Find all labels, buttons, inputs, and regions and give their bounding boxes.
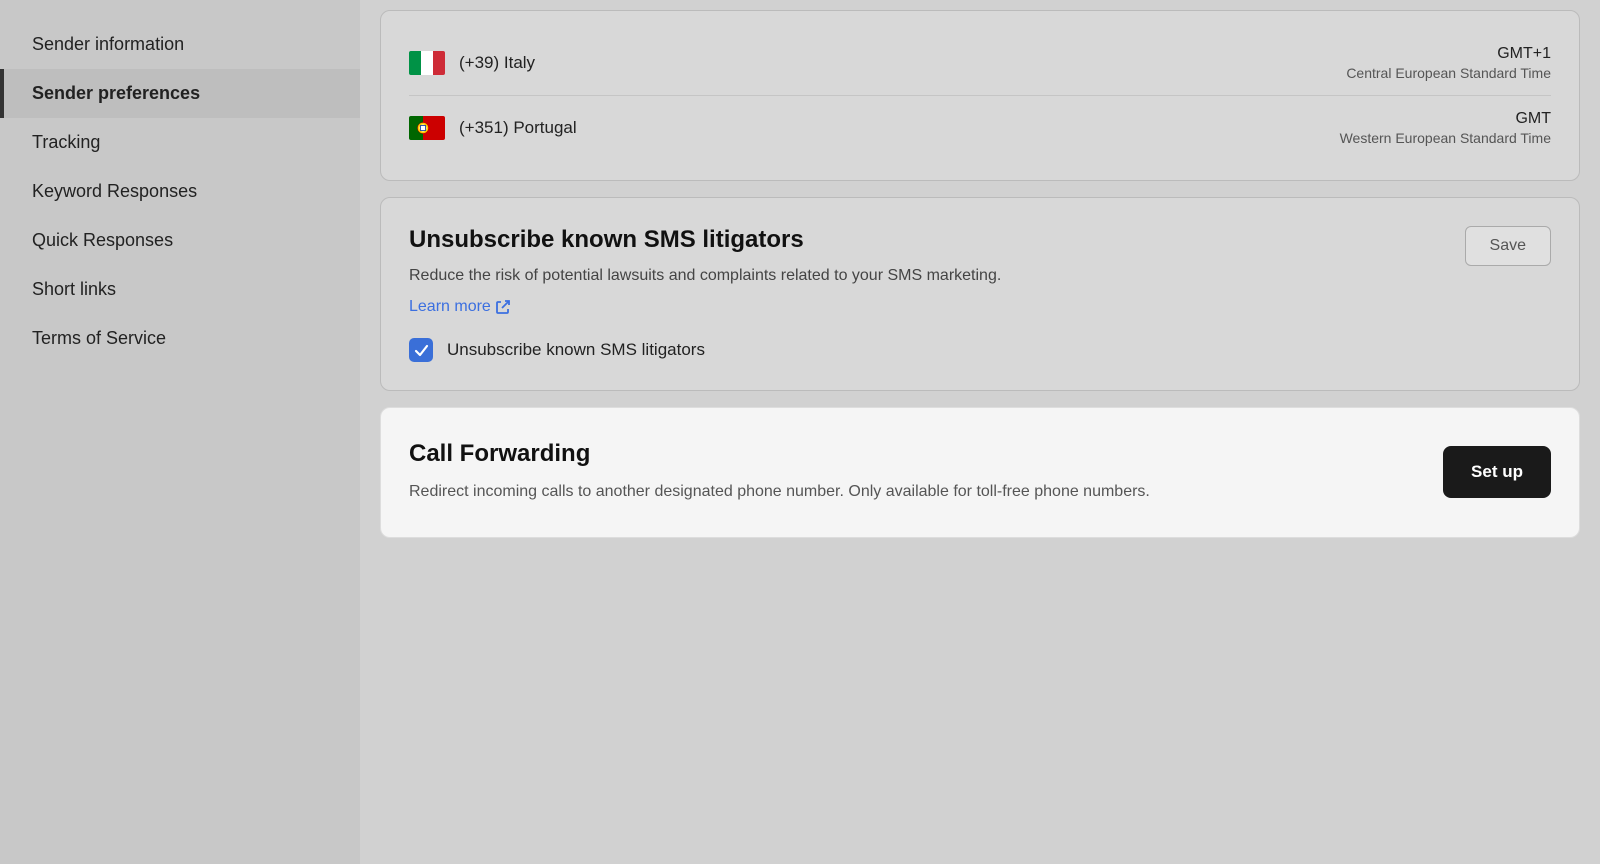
call-forwarding-card: Call Forwarding Redirect incoming calls … (380, 407, 1580, 538)
sidebar-item-terms-of-service[interactable]: Terms of Service (0, 314, 360, 363)
call-forwarding-title: Call Forwarding (409, 440, 1150, 468)
sidebar-item-sender-preferences[interactable]: Sender preferences (0, 69, 360, 118)
country-row-portugal: (+351) Portugal GMT Western European Sta… (409, 96, 1551, 160)
sidebar-item-sender-information[interactable]: Sender information (0, 20, 360, 69)
flag-italy (409, 51, 445, 75)
countries-card: (+39) Italy GMT+1 Central European Stand… (380, 10, 1580, 181)
save-button[interactable]: Save (1465, 226, 1551, 266)
call-forwarding-content: Call Forwarding Redirect incoming calls … (409, 440, 1150, 505)
italy-dial-code: (+39) Italy (459, 53, 1346, 73)
unsubscribe-title: Unsubscribe known SMS litigators (409, 226, 1551, 254)
call-forwarding-description: Redirect incoming calls to another desig… (409, 480, 1150, 505)
country-row-italy: (+39) Italy GMT+1 Central European Stand… (409, 31, 1551, 96)
portugal-timezone-code: GMT (1340, 110, 1551, 128)
sidebar: Sender informationSender preferencesTrac… (0, 0, 360, 864)
unsubscribe-description: Reduce the risk of potential lawsuits an… (409, 264, 1229, 288)
unsubscribe-checkbox-row: Unsubscribe known SMS litigators (409, 338, 1551, 362)
learn-more-label: Learn more (409, 298, 491, 316)
sidebar-item-keyword-responses[interactable]: Keyword Responses (0, 167, 360, 216)
learn-more-link[interactable]: Learn more (409, 298, 511, 316)
unsubscribe-card: Save Unsubscribe known SMS litigators Re… (380, 197, 1580, 391)
italy-timezone: GMT+1 Central European Standard Time (1346, 45, 1551, 81)
sidebar-item-quick-responses[interactable]: Quick Responses (0, 216, 360, 265)
portugal-dial-code: (+351) Portugal (459, 118, 1340, 138)
portugal-timezone: GMT Western European Standard Time (1340, 110, 1551, 146)
unsubscribe-checkbox-label: Unsubscribe known SMS litigators (447, 340, 705, 360)
italy-timezone-code: GMT+1 (1346, 45, 1551, 63)
italy-timezone-name: Central European Standard Time (1346, 65, 1551, 81)
external-link-icon (495, 299, 511, 315)
sidebar-item-short-links[interactable]: Short links (0, 265, 360, 314)
setup-button[interactable]: Set up (1443, 446, 1551, 498)
main-content: (+39) Italy GMT+1 Central European Stand… (360, 0, 1600, 864)
portugal-timezone-name: Western European Standard Time (1340, 130, 1551, 146)
sidebar-item-tracking[interactable]: Tracking (0, 118, 360, 167)
unsubscribe-checkbox[interactable] (409, 338, 433, 362)
flag-portugal (409, 116, 445, 140)
